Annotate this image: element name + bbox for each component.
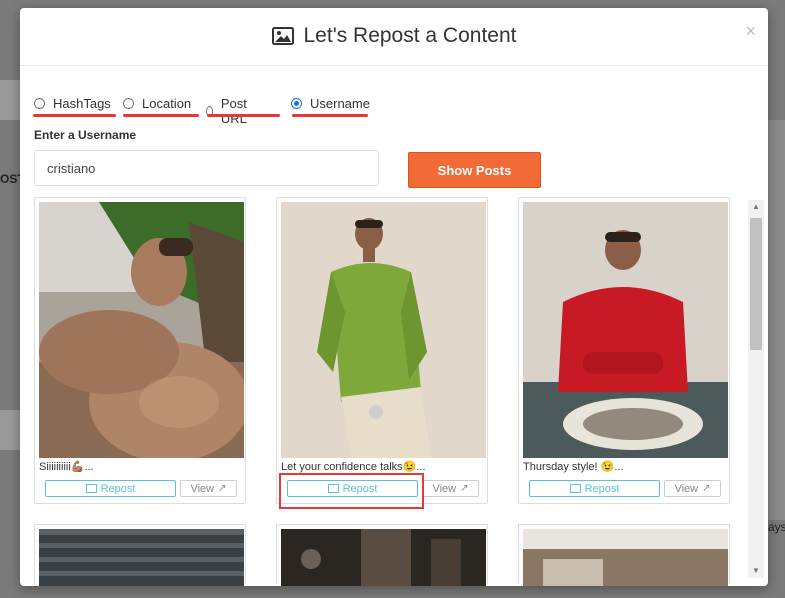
image-icon	[569, 484, 581, 493]
posts-scrollbar[interactable]: ▲ ▼	[748, 200, 764, 578]
annotation-underline	[123, 114, 199, 117]
modal-title: Let's Repost a Content	[20, 24, 768, 51]
view-button[interactable]: View ↗	[180, 480, 237, 497]
view-label: View	[674, 482, 699, 495]
repost-label: Repost	[100, 482, 136, 495]
scrollbar-thumb[interactable]	[750, 218, 762, 350]
option-label: Location	[142, 96, 192, 111]
post-caption: Thursday style! 😉...	[523, 461, 624, 473]
background-panel	[0, 410, 20, 450]
repost-modal: Let's Repost a Content × HashTags Locati…	[20, 8, 768, 586]
username-label: Enter a Username	[34, 128, 137, 142]
post-photo[interactable]	[523, 202, 728, 458]
post-card: Thursday style! 😉... Repost View ↗	[518, 197, 730, 504]
annotation-underline	[33, 114, 116, 117]
option-location[interactable]: Location	[123, 96, 191, 111]
posts-grid: Siiiiiiiiii💪🏽... Repost View ↗ Let your …	[20, 196, 748, 586]
background-label-right: ays	[768, 520, 785, 534]
username-input[interactable]	[34, 150, 379, 186]
post-photo[interactable]	[39, 529, 244, 586]
modal-title-text: Let's Repost a Content	[303, 24, 517, 47]
option-username[interactable]: Username	[291, 96, 370, 111]
view-label: View	[432, 482, 457, 495]
view-button[interactable]: View ↗	[664, 480, 721, 497]
show-posts-button[interactable]: Show Posts	[408, 152, 541, 188]
view-label: View	[190, 482, 215, 495]
scroll-down-arrow-icon[interactable]: ▼	[748, 564, 764, 578]
annotation-underline	[207, 114, 280, 117]
option-label: Username	[310, 96, 370, 111]
image-icon	[271, 27, 294, 51]
post-photo[interactable]	[39, 202, 244, 458]
post-card	[276, 524, 488, 586]
post-caption: Let your confidence talks😉...	[281, 461, 426, 473]
post-photo[interactable]	[281, 529, 486, 586]
radio-circle[interactable]	[34, 98, 45, 109]
repost-button[interactable]: Repost	[45, 480, 176, 497]
option-label: HashTags	[53, 96, 111, 111]
option-hashtags[interactable]: HashTags	[34, 96, 111, 111]
annotation-highlight	[279, 473, 424, 509]
external-link-icon: ↗	[460, 483, 469, 494]
modal-header: Let's Repost a Content ×	[20, 8, 768, 66]
post-caption: Siiiiiiiiii💪🏽...	[39, 461, 94, 473]
external-link-icon: ↗	[218, 483, 227, 494]
option-post-url[interactable]: Post URL	[206, 96, 251, 126]
radio-circle[interactable]	[291, 98, 302, 109]
background-panel-right	[767, 120, 785, 520]
post-card	[518, 524, 730, 586]
annotation-underline	[292, 114, 368, 117]
post-photo[interactable]	[523, 529, 728, 586]
image-icon	[85, 484, 97, 493]
option-label: Post URL	[220, 96, 247, 126]
post-card	[34, 524, 246, 586]
post-card: Siiiiiiiiii💪🏽... Repost View ↗	[34, 197, 246, 504]
repost-button[interactable]: Repost	[529, 480, 660, 497]
close-button[interactable]: ×	[745, 21, 756, 42]
scroll-up-arrow-icon[interactable]: ▲	[748, 200, 764, 214]
view-button[interactable]: View ↗	[422, 480, 479, 497]
post-photo[interactable]	[281, 202, 486, 458]
repost-label: Repost	[584, 482, 620, 495]
post-card: Let your confidence talks😉... Repost Vie…	[276, 197, 488, 504]
external-link-icon: ↗	[702, 483, 711, 494]
radio-circle[interactable]	[123, 98, 134, 109]
background-panel	[0, 80, 20, 120]
